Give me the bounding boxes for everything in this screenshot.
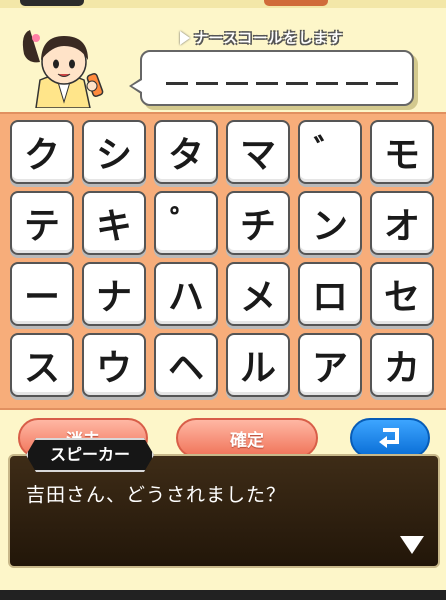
key-me[interactable]: メ xyxy=(226,262,290,326)
instruction-label: ナースコールをします xyxy=(180,28,343,48)
key-ta[interactable]: タ xyxy=(154,120,218,184)
nurse-character-avatar xyxy=(22,30,104,108)
confirm-button[interactable]: 確定 xyxy=(176,418,318,458)
answer-slot xyxy=(166,82,188,85)
key-u[interactable]: ウ xyxy=(82,333,146,397)
answer-slot xyxy=(226,82,248,85)
instruction-text: ナースコールをします xyxy=(194,31,344,47)
key-o[interactable]: オ xyxy=(370,191,434,255)
keyboard-grid: ク シ タ マ ゛ モ テ キ ゜ チ ン オ ー ナ ハ メ ロ セ ス ウ … xyxy=(10,120,434,397)
key-ku[interactable]: ク xyxy=(10,120,74,184)
answer-slot xyxy=(346,82,368,85)
key-n[interactable]: ン xyxy=(298,191,362,255)
dialog-message: 吉田さん、どうされました？ xyxy=(26,484,287,506)
return-arrow-icon xyxy=(379,428,399,448)
key-ki[interactable]: キ xyxy=(82,191,146,255)
answer-slot xyxy=(196,82,218,85)
next-triangle-icon[interactable] xyxy=(400,536,424,554)
key-ka[interactable]: カ xyxy=(370,333,434,397)
answer-slot xyxy=(316,82,338,85)
play-triangle-icon xyxy=(180,31,190,45)
speaker-name-tag: スピーカー xyxy=(26,438,154,472)
top-tab-left xyxy=(20,0,84,6)
key-ro[interactable]: ロ xyxy=(298,262,362,326)
katakana-keyboard: ク シ タ マ ゛ モ テ キ ゜ チ ン オ ー ナ ハ メ ロ セ ス ウ … xyxy=(0,112,446,410)
key-na[interactable]: ナ xyxy=(82,262,146,326)
key-ha[interactable]: ハ xyxy=(154,262,218,326)
key-ru[interactable]: ル xyxy=(226,333,290,397)
key-a[interactable]: ア xyxy=(298,333,362,397)
top-bar xyxy=(0,0,446,8)
key-chi[interactable]: チ xyxy=(226,191,290,255)
key-long-vowel[interactable]: ー xyxy=(10,262,74,326)
key-dakuten[interactable]: ゛ xyxy=(298,120,362,184)
key-handakuten[interactable]: ゜ xyxy=(154,191,218,255)
key-te[interactable]: テ xyxy=(10,191,74,255)
enter-button[interactable] xyxy=(350,418,430,458)
key-ma[interactable]: マ xyxy=(226,120,290,184)
answer-speech-bubble xyxy=(129,50,414,106)
key-su[interactable]: ス xyxy=(10,333,74,397)
key-shi[interactable]: シ xyxy=(82,120,146,184)
key-he[interactable]: ヘ xyxy=(154,333,218,397)
answer-slots xyxy=(166,82,398,85)
answer-slot xyxy=(286,82,308,85)
bottom-bar xyxy=(0,590,446,600)
top-tab-right xyxy=(264,0,328,6)
key-se[interactable]: セ xyxy=(370,262,434,326)
answer-slot xyxy=(376,82,398,85)
key-mo[interactable]: モ xyxy=(370,120,434,184)
answer-slot xyxy=(256,82,278,85)
